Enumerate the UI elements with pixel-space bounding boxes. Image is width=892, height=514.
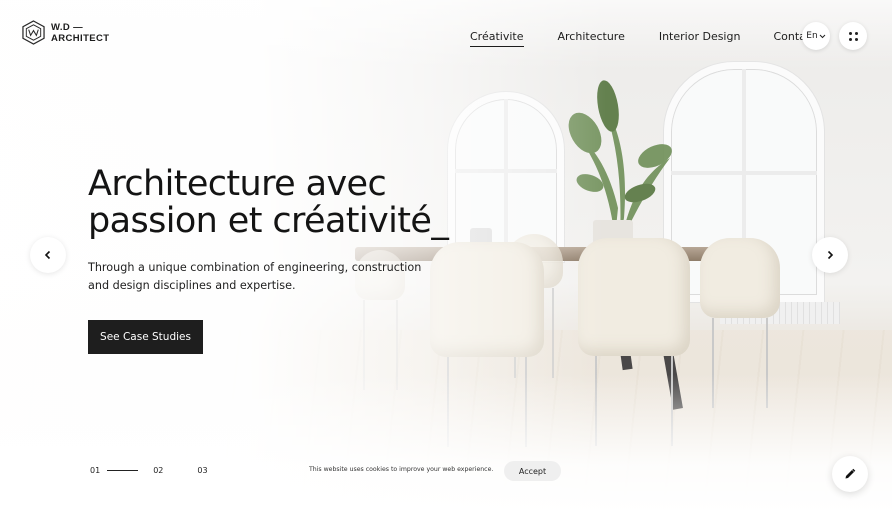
slider-prev-button[interactable] — [30, 237, 66, 273]
brand-logo[interactable]: W.D — ARCHITECT — [22, 20, 110, 45]
chevron-left-icon — [44, 250, 51, 260]
hero-background-image — [0, 0, 892, 514]
nav-item-architecture[interactable]: Architecture — [558, 30, 625, 43]
main-navigation: Créativite Architecture Interior Design … — [470, 30, 816, 47]
see-case-studies-button[interactable]: See Case Studies — [88, 320, 203, 354]
hero-subtitle: Through a unique combination of engineer… — [88, 259, 422, 295]
nav-item-creativite[interactable]: Créativite — [470, 30, 524, 47]
hero-title: Architecture avec passion et créativité_ — [88, 166, 468, 240]
slide-indicator-2[interactable]: 02 — [153, 466, 163, 475]
hero-subtitle-line-2: and design disciplines and expertise. — [88, 279, 296, 292]
cookie-accept-button[interactable]: Accept — [504, 461, 561, 481]
menu-button[interactable] — [839, 22, 867, 50]
slide-indicator-1[interactable]: 01 — [90, 466, 100, 475]
overlay-fade — [0, 374, 892, 514]
slider-pagination: 01 02 03 — [90, 466, 208, 475]
chevron-right-icon — [827, 250, 834, 260]
chevron-down-icon — [819, 34, 826, 38]
brand-line-2: ARCHITECT — [51, 32, 110, 44]
edit-fab-button[interactable] — [832, 456, 868, 492]
hero-title-line-1: Architecture avec — [88, 164, 387, 204]
hero-subtitle-line-1: Through a unique combination of engineer… — [88, 261, 422, 274]
slider-next-button[interactable] — [812, 237, 848, 273]
hero-title-line-2: passion et créativité_ — [88, 201, 449, 241]
brand-name: W.D — ARCHITECT — [51, 22, 110, 44]
hexagon-monogram-icon — [22, 20, 45, 45]
active-slide-line — [107, 470, 139, 471]
grid-dots-icon — [848, 31, 858, 41]
pencil-icon — [845, 468, 856, 479]
nav-item-interior-design[interactable]: Interior Design — [659, 30, 741, 43]
cookie-notice-text: This website uses cookies to improve you… — [309, 466, 494, 473]
language-label: En — [806, 31, 818, 41]
language-selector[interactable]: En — [802, 22, 830, 50]
slide-indicator-3[interactable]: 03 — [197, 466, 207, 475]
brand-line-1: W.D — — [51, 21, 84, 33]
